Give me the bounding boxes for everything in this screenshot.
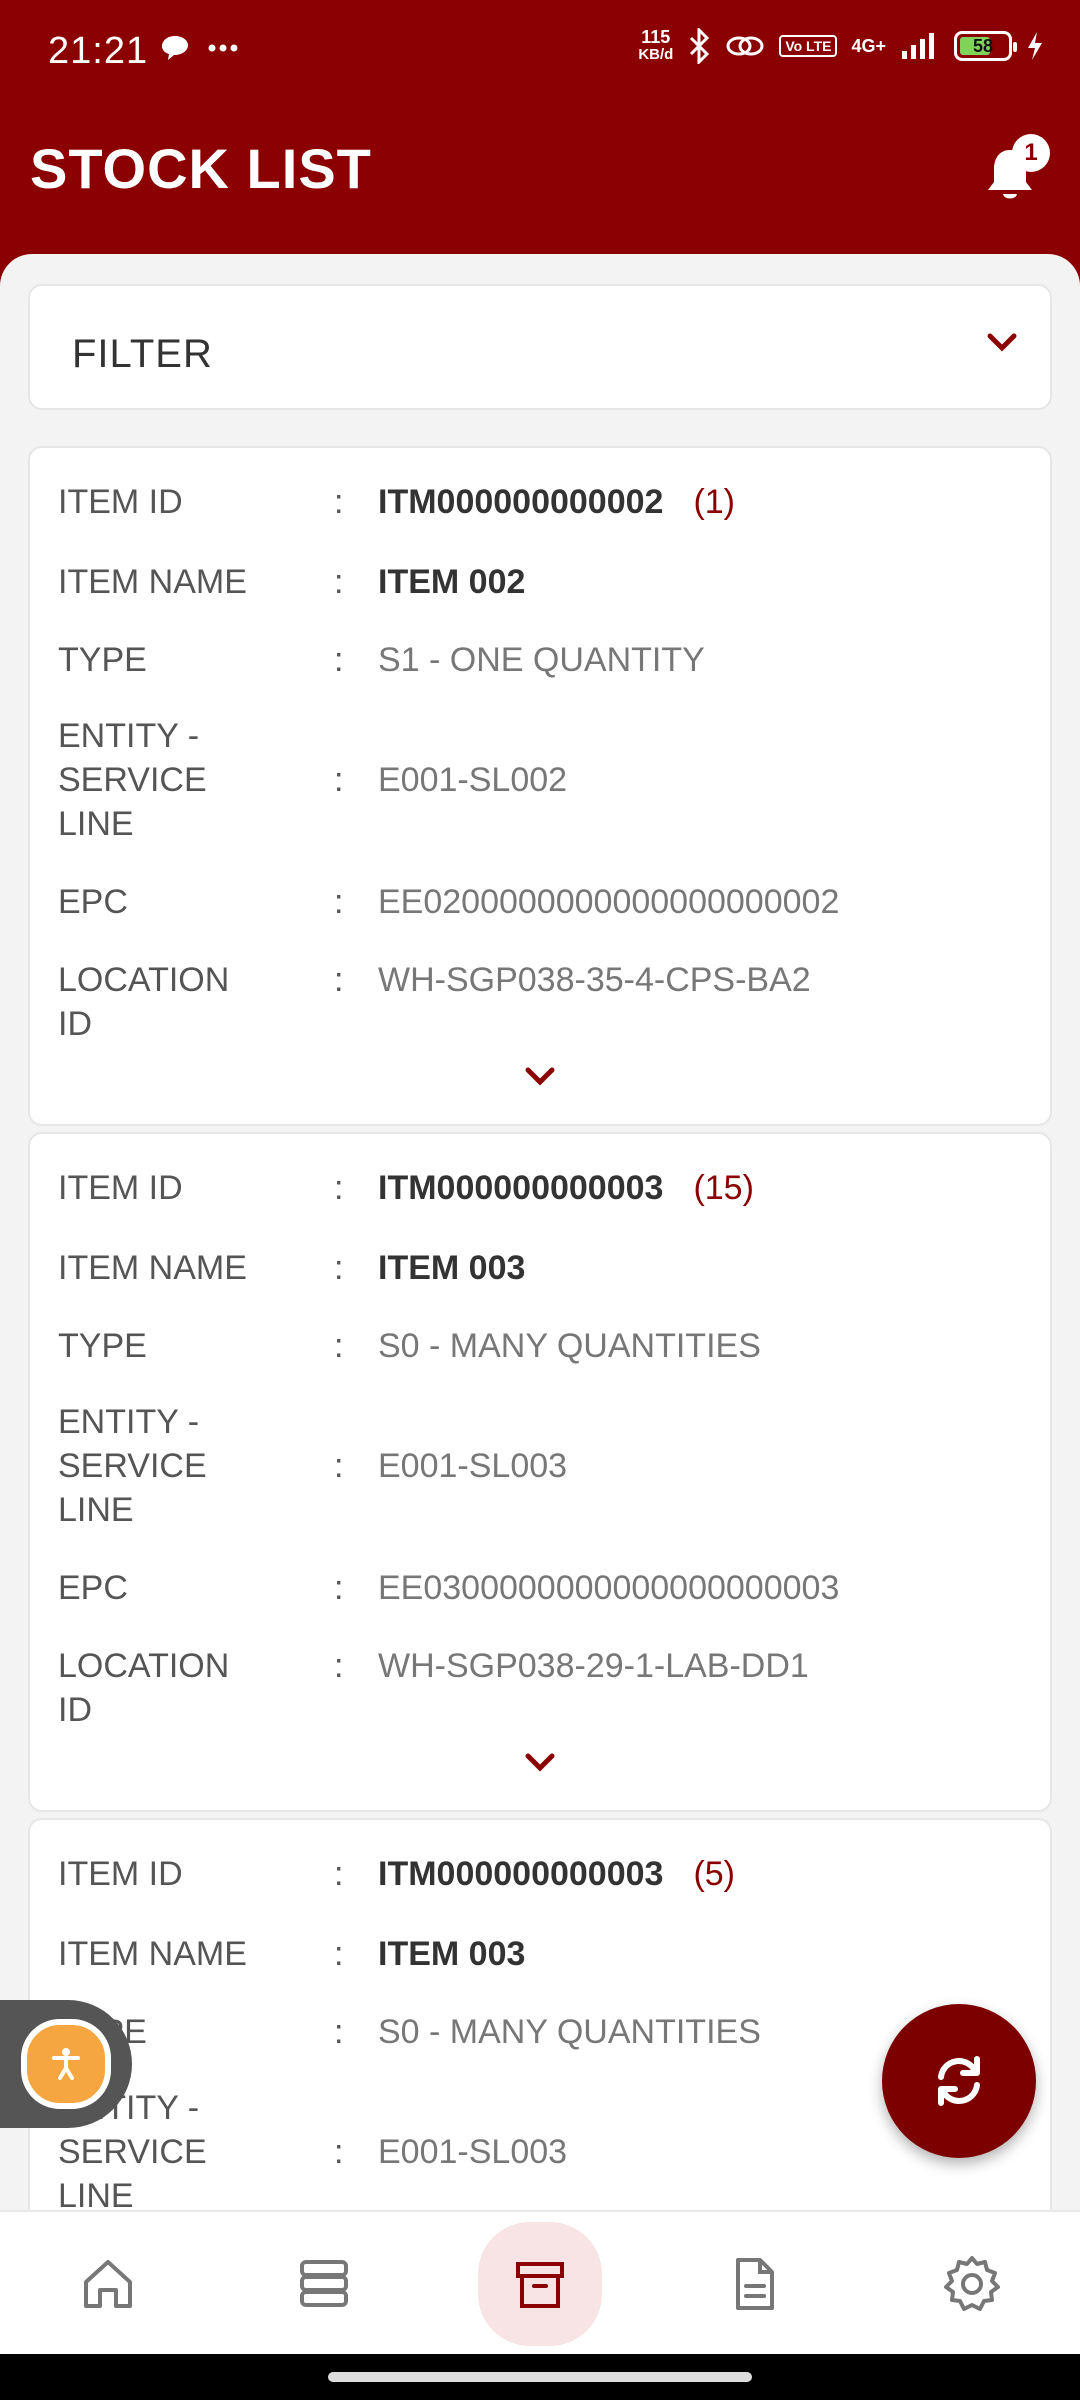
status-time: 21:21 bbox=[48, 30, 149, 72]
item-name-label: ITEM NAME bbox=[58, 1935, 247, 1973]
link-icon bbox=[726, 36, 764, 56]
colon: : bbox=[334, 1647, 344, 1685]
type-value: S1 - ONE QUANTITY bbox=[378, 641, 705, 679]
colon: : bbox=[334, 1249, 344, 1287]
colon: : bbox=[334, 1169, 344, 1207]
nav-settings[interactable] bbox=[920, 2232, 1024, 2336]
nav-database[interactable] bbox=[272, 2232, 376, 2336]
item-id-text: ITM000000000002 bbox=[378, 483, 664, 521]
refresh-button[interactable] bbox=[882, 2004, 1036, 2158]
item-name-label: ITEM NAME bbox=[58, 563, 247, 601]
entity-value: E001-SL003 bbox=[378, 1447, 568, 1485]
expand-chevron-icon[interactable] bbox=[520, 1062, 560, 1092]
status-bar: 21:21 115 KB/d Vo LTE 4G+ 58 bbox=[0, 0, 1080, 110]
colon: : bbox=[334, 2133, 344, 2171]
location-label: LOCATION ID bbox=[58, 961, 230, 1043]
colon: : bbox=[334, 641, 344, 679]
type-label: TYPE bbox=[58, 1327, 147, 1365]
status-right-icons: 115 KB/d Vo LTE 4G+ 58 bbox=[638, 28, 1044, 64]
page-title: STOCK LIST bbox=[30, 137, 372, 200]
filter-panel[interactable]: FILTER bbox=[28, 284, 1052, 410]
colon: : bbox=[334, 761, 344, 799]
network-speed-value: 115 bbox=[641, 27, 671, 47]
type-label: TYPE bbox=[58, 641, 147, 679]
network-type: 4G+ bbox=[851, 35, 886, 56]
settings-icon bbox=[944, 2256, 1000, 2311]
archive-icon bbox=[516, 2262, 564, 2308]
item-id-label: ITEM ID bbox=[58, 1855, 183, 1893]
battery-indicator: 58 bbox=[954, 31, 1017, 61]
status-left-icons bbox=[160, 34, 238, 62]
system-gesture-bar bbox=[0, 2354, 1080, 2400]
nav-documents[interactable] bbox=[702, 2232, 806, 2336]
location-value: WH-SGP038-29-1-LAB-DD1 bbox=[378, 1647, 809, 1685]
quantity-count: (5) bbox=[693, 1855, 736, 1893]
colon: : bbox=[334, 1855, 344, 1893]
epc-value: EE0300000000000000000003 bbox=[378, 1569, 840, 1607]
filter-label: FILTER bbox=[72, 332, 213, 376]
item-id-value: ITM000000000002 (1) bbox=[378, 480, 735, 524]
entity-value: E001-SL003 bbox=[378, 2133, 568, 2171]
item-name-label: ITEM NAME bbox=[58, 1249, 247, 1287]
colon: : bbox=[334, 1935, 344, 1973]
refresh-icon bbox=[938, 2056, 980, 2106]
quantity-count: (1) bbox=[693, 483, 736, 521]
home-icon bbox=[84, 2260, 132, 2308]
entity-label: ENTITY - SERVICE LINE bbox=[58, 717, 207, 843]
document-icon bbox=[736, 2258, 774, 2310]
charging-bolt-icon bbox=[1028, 32, 1042, 60]
item-id-label: ITEM ID bbox=[58, 483, 183, 521]
accessibility-shortcut[interactable] bbox=[0, 2000, 132, 2128]
expand-chevron-icon[interactable] bbox=[520, 1748, 560, 1778]
colon: : bbox=[334, 883, 344, 921]
network-speed: 115 KB/d bbox=[638, 28, 673, 64]
bluetooth-icon bbox=[690, 28, 710, 64]
colon: : bbox=[334, 2013, 344, 2051]
bottom-navigation bbox=[0, 2210, 1080, 2356]
item-id-text: ITM000000000003 bbox=[378, 1169, 664, 1207]
chat-bubble-icon bbox=[162, 36, 188, 60]
chevron-down-icon[interactable] bbox=[982, 322, 1022, 362]
accessibility-icon[interactable] bbox=[21, 2019, 111, 2109]
home-indicator[interactable] bbox=[328, 2372, 752, 2382]
network-speed-unit: KB/d bbox=[638, 46, 674, 63]
quantity-count: (15) bbox=[693, 1169, 754, 1207]
entity-value: E001-SL002 bbox=[378, 761, 568, 799]
volte-badge: Vo LTE bbox=[779, 35, 838, 57]
item-name-value: ITEM 003 bbox=[378, 1935, 526, 1973]
battery-level: 58 bbox=[972, 35, 994, 56]
item-id-value: ITM000000000003 (15) bbox=[378, 1166, 754, 1210]
item-name-value: ITEM 003 bbox=[378, 1249, 526, 1287]
colon: : bbox=[334, 1569, 344, 1607]
item-id-value: ITM000000000003 (5) bbox=[378, 1852, 735, 1896]
notification-badge: 1 bbox=[1012, 134, 1050, 172]
epc-label: EPC bbox=[58, 883, 128, 921]
stock-card[interactable]: ITEM ID : ITM000000000002 (1) ITEM NAME :… bbox=[28, 446, 1052, 1126]
item-id-label: ITEM ID bbox=[58, 1169, 183, 1207]
type-value: S0 - MANY QUANTITIES bbox=[378, 1327, 761, 1365]
location-label: LOCATION ID bbox=[58, 1647, 230, 1729]
colon: : bbox=[334, 483, 344, 521]
nav-stock[interactable] bbox=[478, 2222, 602, 2346]
app-header: STOCK LIST 1 bbox=[0, 110, 1080, 260]
content-sheet: FILTER ITEM ID : ITM000000000002 (1) ITEM… bbox=[0, 254, 1080, 2210]
entity-label: ENTITY - SERVICE LINE bbox=[58, 1403, 207, 1529]
type-value: S0 - MANY QUANTITIES bbox=[378, 2013, 761, 2051]
colon: : bbox=[334, 961, 344, 999]
epc-label: EPC bbox=[58, 1569, 128, 1607]
stock-card[interactable]: ITEM ID : ITM000000000003 (5) ITEM NAME :… bbox=[28, 1818, 1052, 2210]
database-icon bbox=[300, 2260, 348, 2307]
colon: : bbox=[334, 563, 344, 601]
item-name-value: ITEM 002 bbox=[378, 563, 526, 601]
stock-card[interactable]: ITEM ID : ITM000000000003 (15) ITEM NAME … bbox=[28, 1132, 1052, 1812]
nav-home[interactable] bbox=[56, 2232, 160, 2336]
location-value: WH-SGP038-35-4-CPS-BA2 bbox=[378, 961, 811, 999]
signal-icon bbox=[902, 33, 934, 59]
item-id-text: ITM000000000003 bbox=[378, 1855, 664, 1893]
colon: : bbox=[334, 1327, 344, 1365]
epc-value: EE0200000000000000000002 bbox=[378, 883, 840, 921]
colon: : bbox=[334, 1447, 344, 1485]
more-dots-icon bbox=[208, 44, 238, 52]
